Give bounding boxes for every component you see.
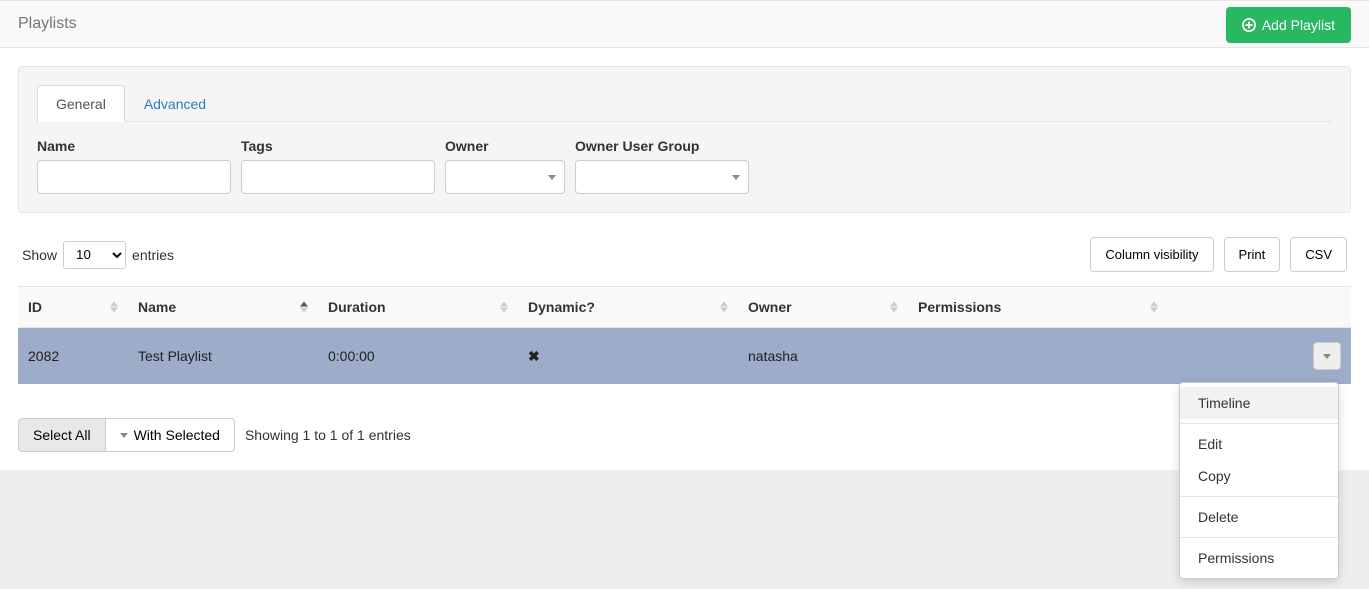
owner-select[interactable] [445,160,565,194]
col-actions [1168,287,1351,328]
filter-tabs: General Advanced [37,85,1332,122]
col-permissions[interactable]: Permissions [908,287,1168,328]
add-playlist-button[interactable]: Add Playlist [1226,7,1351,43]
tab-general[interactable]: General [37,85,125,122]
sort-icon [1150,302,1158,313]
csv-button[interactable]: CSV [1290,237,1347,272]
col-owner[interactable]: Owner [738,287,908,328]
select-all-button[interactable]: Select All [18,418,106,452]
sort-icon [890,302,898,313]
menu-item-delete[interactable]: Delete [1180,501,1338,533]
sort-icon [500,302,508,313]
cell-dynamic: ✖ [518,328,738,385]
filter-panel: General Advanced Name Tags Owner Owner U… [18,66,1351,213]
name-input[interactable] [37,160,231,194]
table-controls: Show 10 entries Column visibility Print … [22,237,1347,272]
row-actions-button[interactable] [1313,342,1341,370]
cell-name: Test Playlist [128,328,318,385]
sort-icon [300,302,308,313]
cell-id: 2082 [18,328,128,385]
entries-label: entries [132,247,174,263]
menu-divider [1180,496,1338,497]
column-visibility-button[interactable]: Column visibility [1090,237,1213,272]
name-label: Name [37,138,231,154]
cell-owner: natasha [738,328,908,385]
footer-controls: Select All With Selected Showing 1 to 1 … [18,418,1351,452]
show-label: Show [22,247,57,263]
owner-group-select[interactable] [575,160,749,194]
chevron-down-icon [732,175,740,180]
cell-permissions [908,328,1168,385]
tab-advanced[interactable]: Advanced [125,85,225,122]
with-selected-button[interactable]: With Selected [106,418,235,452]
col-duration[interactable]: Duration [318,287,518,328]
chevron-down-icon [120,433,128,438]
col-name[interactable]: Name [128,287,318,328]
table-row[interactable]: 2082 Test Playlist 0:00:00 ✖ natasha [18,328,1351,385]
tags-input[interactable] [241,160,435,194]
menu-item-edit[interactable]: Edit [1180,428,1338,460]
col-dynamic[interactable]: Dynamic? [518,287,738,328]
row-actions-menu: Timeline Edit Copy Delete Permissions [1179,382,1339,579]
chevron-down-icon [1323,354,1331,359]
x-icon: ✖ [528,348,540,364]
print-button[interactable]: Print [1224,237,1281,272]
tags-label: Tags [241,138,435,154]
menu-divider [1180,423,1338,424]
page-title: Playlists [18,15,77,33]
menu-divider [1180,537,1338,538]
col-id[interactable]: ID [18,287,128,328]
cell-duration: 0:00:00 [318,328,518,385]
chevron-down-icon [548,175,556,180]
plus-circle-icon [1242,18,1256,32]
group-label: Owner User Group [575,138,749,154]
menu-item-permissions[interactable]: Permissions [1180,542,1338,574]
add-playlist-label: Add Playlist [1262,17,1335,33]
filter-fields: Name Tags Owner Owner User Group [37,138,1332,194]
sort-icon [720,302,728,313]
page-size-select[interactable]: 10 [63,241,126,269]
playlist-table: ID Name Duration Dynamic? Owner Permissi… [18,286,1351,384]
content-area: General Advanced Name Tags Owner Owner U… [0,48,1369,470]
sort-icon [110,302,118,313]
owner-label: Owner [445,138,565,154]
table-info: Showing 1 to 1 of 1 entries [245,427,411,443]
menu-item-copy[interactable]: Copy [1180,460,1338,492]
page-header: Playlists Add Playlist [0,0,1369,48]
menu-item-timeline[interactable]: Timeline [1180,387,1338,419]
